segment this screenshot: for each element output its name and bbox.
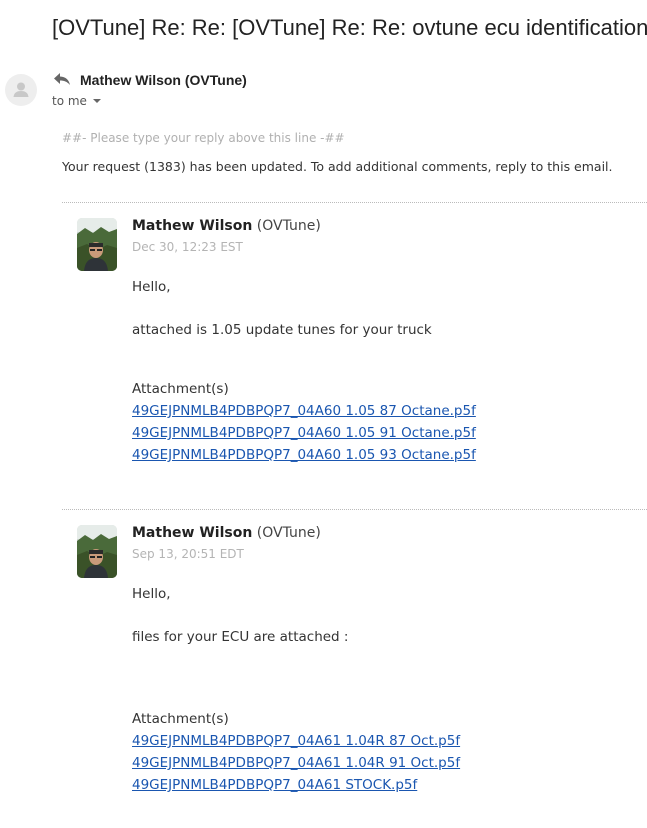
attachment-link[interactable]: 49GEJPNMLB4PDBPQP7_04A60 1.05 91 Octane.… — [132, 424, 476, 442]
default-person-icon — [13, 82, 29, 97]
sender-name[interactable]: Mathew Wilson (OVTune) — [80, 71, 247, 89]
message-date: Sep 13, 20:51 EDT — [132, 547, 244, 561]
attachments-label: Attachment(s) — [132, 711, 229, 727]
recipient-dropdown[interactable]: to me — [52, 93, 101, 109]
message-author: Mathew Wilson (OVTune) — [132, 217, 321, 235]
author-org: (OVTune) — [256, 218, 321, 234]
message-greeting: Hello, — [132, 279, 171, 295]
author-photo — [77, 218, 117, 271]
attachment-link[interactable]: 49GEJPNMLB4PDBPQP7_04A61 1.04R 91 Oct.p5… — [132, 754, 460, 772]
message-author: Mathew Wilson (OVTune) — [132, 524, 321, 542]
message-greeting: Hello, — [132, 586, 171, 602]
attachment-link[interactable]: 49GEJPNMLB4PDBPQP7_04A60 1.05 93 Octane.… — [132, 446, 476, 464]
chevron-down-icon — [92, 99, 101, 103]
author-name: Mathew Wilson — [132, 218, 253, 234]
attachment-link[interactable]: 49GEJPNMLB4PDBPQP7_04A60 1.05 87 Octane.… — [132, 402, 476, 420]
author-org: (OVTune) — [256, 525, 321, 541]
reply-arrow-icon[interactable] — [53, 72, 71, 86]
message-divider — [62, 509, 647, 510]
attachment-link[interactable]: 49GEJPNMLB4PDBPQP7_04A61 1.04R 87 Oct.p5… — [132, 732, 460, 750]
recipient-label: to me — [52, 94, 87, 108]
message-divider — [62, 202, 647, 203]
email-subject: [OVTune] Re: Re: [OVTune] Re: Re: ovtune… — [52, 15, 647, 40]
message-body: attached is 1.05 update tunes for your t… — [132, 322, 432, 338]
message-date: Dec 30, 12:23 EST — [132, 240, 243, 254]
reply-hint: ##- Please type your reply above this li… — [62, 131, 345, 145]
author-name: Mathew Wilson — [132, 525, 253, 541]
request-note: Your request (1383) has been updated. To… — [62, 159, 613, 174]
attachment-link[interactable]: 49GEJPNMLB4PDBPQP7_04A61 STOCK.p5f — [132, 776, 417, 794]
message-body: files for your ECU are attached : — [132, 629, 349, 645]
author-photo — [77, 525, 117, 578]
sender-avatar[interactable] — [5, 74, 37, 106]
attachments-label: Attachment(s) — [132, 381, 229, 397]
